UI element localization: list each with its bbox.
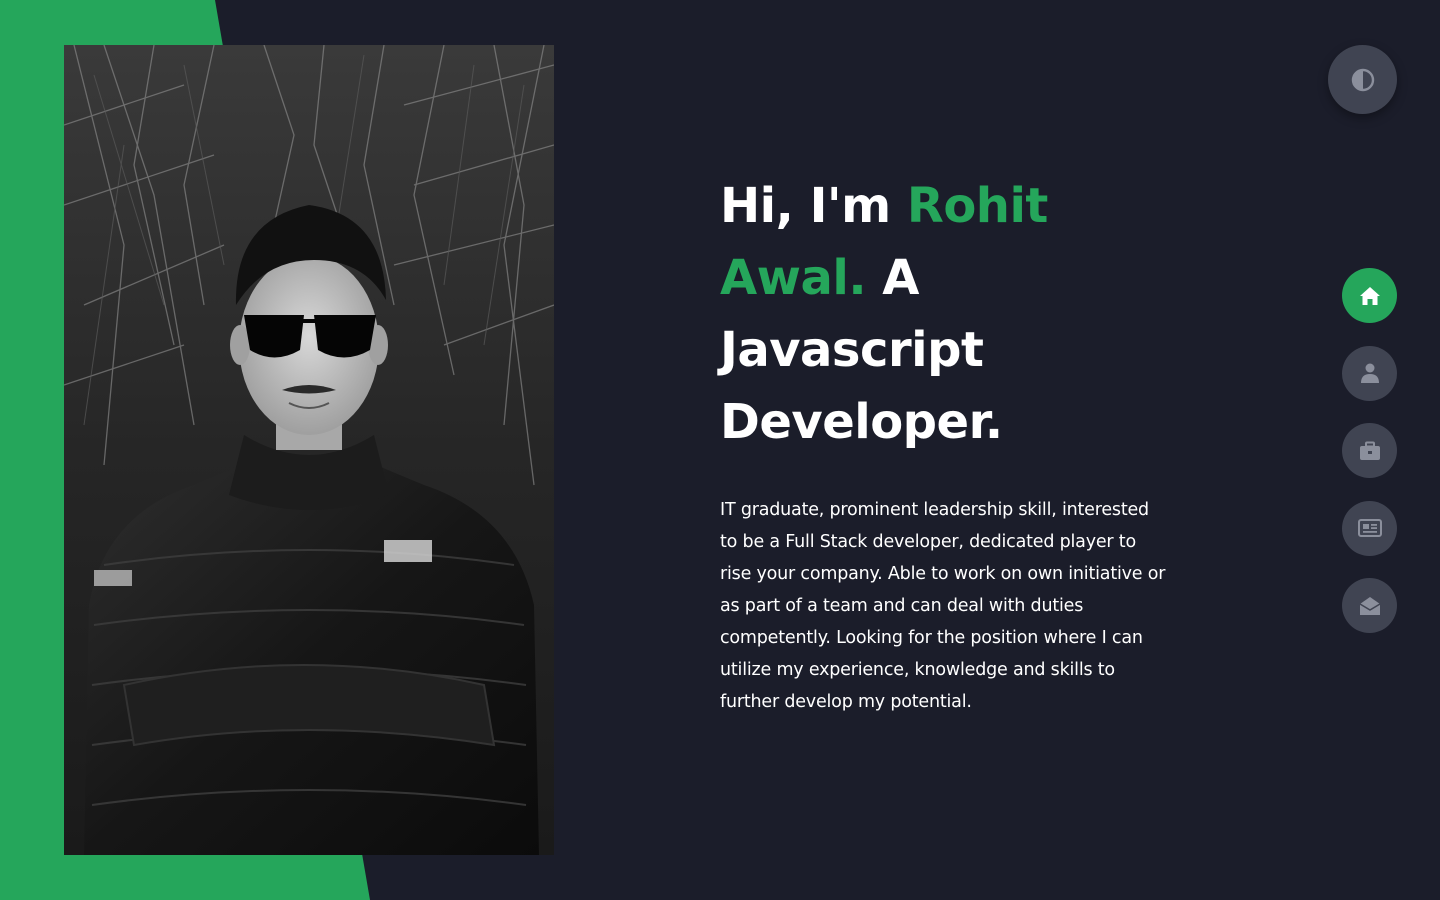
hero-intro: IT graduate, prominent leadership skill,… bbox=[720, 500, 1166, 712]
theme-toggle-button[interactable] bbox=[1328, 45, 1397, 114]
hero-section: Hi, I'm Rohit Awal. A Javascript Develop… bbox=[720, 170, 1180, 718]
briefcase-icon bbox=[1359, 441, 1380, 460]
hero-heading: Hi, I'm Rohit Awal. A Javascript Develop… bbox=[720, 170, 1180, 458]
newspaper-icon bbox=[1357, 519, 1382, 537]
side-nav bbox=[1342, 268, 1397, 656]
hero-greeting: Hi, I'm bbox=[720, 178, 907, 234]
nav-home-button[interactable] bbox=[1342, 268, 1397, 323]
user-icon bbox=[1360, 363, 1379, 383]
home-icon bbox=[1359, 286, 1380, 305]
contrast-icon bbox=[1351, 68, 1374, 91]
nav-contact-button[interactable] bbox=[1342, 578, 1397, 633]
nav-portfolio-button[interactable] bbox=[1342, 423, 1397, 478]
profile-photo bbox=[64, 45, 554, 855]
envelope-open-icon bbox=[1359, 596, 1380, 615]
page: Hi, I'm Rohit Awal. A Javascript Develop… bbox=[0, 0, 1440, 900]
nav-blog-button[interactable] bbox=[1342, 500, 1397, 556]
nav-about-button[interactable] bbox=[1342, 345, 1397, 401]
